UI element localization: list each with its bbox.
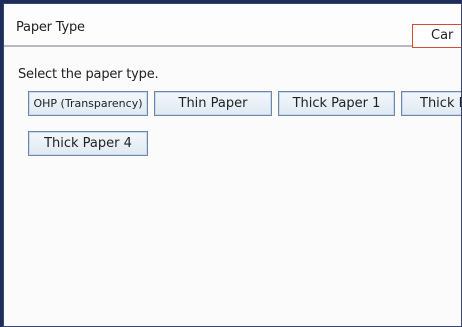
dialog-window: Paper Type Car Select the paper type. OH… (3, 3, 462, 327)
dialog-header: Paper Type Car (4, 4, 461, 48)
cancel-button[interactable]: Car (412, 24, 461, 48)
instruction-text: Select the paper type. (18, 67, 159, 82)
paper-type-thick-button[interactable]: Thick Pa (401, 91, 461, 116)
paper-type-thin-button[interactable]: Thin Paper (154, 91, 272, 116)
dialog-title: Paper Type (16, 20, 85, 35)
paper-type-ohp-button[interactable]: OHP (Transparency) (28, 91, 148, 116)
paper-type-thick-4-button[interactable]: Thick Paper 4 (28, 131, 148, 156)
paper-type-thick-1-button[interactable]: Thick Paper 1 (278, 91, 395, 116)
